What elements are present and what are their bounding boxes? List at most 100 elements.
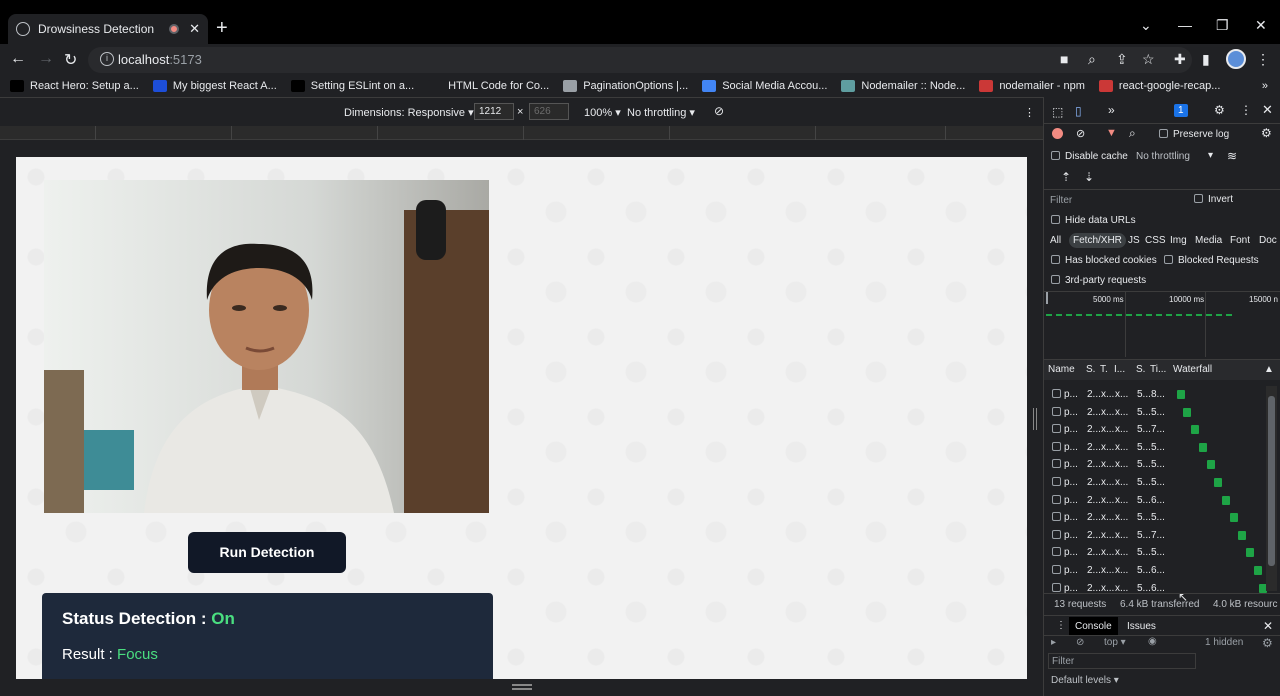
request-row[interactable]: p... 2... x... x... 5... 6... (1044, 492, 1266, 509)
request-row-checkbox[interactable] (1052, 406, 1061, 416)
request-row[interactable]: p... 2... x... x... 5... 7... (1044, 421, 1266, 438)
request-row[interactable]: p... 2... x... x... 5... 5... (1044, 474, 1266, 491)
filter-font[interactable]: Font (1230, 235, 1250, 246)
menu-icon[interactable]: ⋮ (1256, 51, 1270, 68)
request-row[interactable]: p... 2... x... x... 5... 5... (1044, 456, 1266, 473)
request-row-checkbox[interactable] (1052, 529, 1061, 539)
network-settings-icon[interactable]: ⚙ (1261, 126, 1272, 140)
side-panel-icon[interactable]: ▮ (1202, 51, 1210, 68)
network-conditions-icon[interactable]: ≋ (1227, 149, 1237, 163)
requests-scrollbar[interactable] (1266, 386, 1277, 591)
request-row-checkbox[interactable] (1052, 459, 1061, 469)
console-clear-icon[interactable]: ⊘ (1076, 637, 1084, 648)
throttling-dropdown[interactable]: No throttling ▾ (627, 106, 695, 119)
filter-doc[interactable]: Doc (1259, 235, 1277, 246)
device-mode-icon[interactable]: ▯ (1075, 104, 1082, 118)
default-levels-dropdown[interactable]: Default levels ▾ (1051, 675, 1119, 686)
invert-checkbox[interactable]: Invert (1194, 194, 1233, 205)
console-filter-input[interactable]: Filter (1048, 653, 1196, 669)
search-icon[interactable]: ⌕ (1129, 126, 1136, 141)
request-row-checkbox[interactable] (1052, 494, 1061, 504)
new-tab-button[interactable]: + (216, 18, 228, 38)
bookmark-item[interactable]: Setting ESLint on a... (290, 80, 414, 92)
col-size[interactable]: S. (1136, 364, 1145, 375)
settings-icon[interactable]: ⚙ (1214, 103, 1225, 117)
preserve-log-checkbox[interactable]: Preserve log (1159, 129, 1229, 140)
request-row[interactable]: p... 2... x... x... 5... 5... (1044, 509, 1266, 526)
bookmark-item[interactable]: PaginationOptions |... (563, 80, 688, 92)
request-row-checkbox[interactable] (1052, 565, 1061, 574)
device-toolbar-more-icon[interactable]: ⋮ (1024, 106, 1035, 119)
request-row[interactable]: p... 2... x... x... 5... 5... (1044, 544, 1266, 561)
devtools-menu-icon[interactable]: ⋮ (1240, 103, 1252, 117)
console-settings-icon[interactable]: ⚙ (1262, 636, 1273, 650)
viewport-height-input[interactable]: 626 (529, 103, 569, 120)
bookmark-item[interactable]: HTML Code for Co... (428, 80, 549, 92)
third-party-checkbox[interactable]: 3rd-party requests (1051, 275, 1146, 286)
overview-timeline[interactable]: 5000 ms 10000 ms 15000 n (1044, 292, 1280, 357)
run-detection-button[interactable]: Run Detection (188, 532, 346, 573)
console-sidebar-icon[interactable]: ▸ (1051, 637, 1056, 648)
live-expression-icon[interactable]: ◉ (1148, 636, 1157, 647)
zoom-dropdown[interactable]: 100% ▾ (584, 106, 621, 119)
bookmark-item[interactable]: nodemailer - npm (979, 80, 1085, 92)
close-devtools-icon[interactable]: ✕ (1262, 102, 1273, 118)
close-window-button[interactable]: ✕ (1255, 17, 1267, 34)
bookmark-item[interactable]: Nodemailer :: Node... (841, 80, 965, 92)
bookmark-item[interactable]: React Hero: Setup a... (10, 80, 139, 92)
col-status[interactable]: S. (1086, 364, 1095, 375)
bookmarks-overflow-icon[interactable]: » (1262, 80, 1268, 92)
camera-icon[interactable]: ■ (1060, 51, 1068, 67)
share-icon[interactable]: ⇪ (1116, 51, 1128, 68)
col-initiator[interactable]: I... (1114, 364, 1125, 375)
throttling-chevron-icon[interactable]: ▾ (1208, 150, 1213, 161)
filter-fetch-xhr[interactable]: Fetch/XHR (1069, 233, 1126, 248)
rotate-icon[interactable]: ⊘ (714, 104, 724, 118)
filter-css[interactable]: CSS (1145, 235, 1166, 246)
request-row[interactable]: p... 2... x... x... 5... 5... (1044, 404, 1266, 421)
bookmark-star-icon[interactable]: ☆ (1142, 51, 1155, 68)
request-row[interactable]: p... 2... x... x... 5... 6... (1044, 580, 1267, 597)
request-row[interactable]: p... 2... x... x... 5... 5... (1044, 439, 1266, 456)
export-har-icon[interactable]: ⇣ (1084, 170, 1094, 184)
profile-avatar[interactable] (1226, 49, 1246, 69)
tab-close-icon[interactable]: ✕ (189, 21, 200, 37)
request-row-checkbox[interactable] (1052, 477, 1061, 486)
col-time[interactable]: Ti... (1150, 364, 1166, 375)
address-bar[interactable]: i localhost:5173 (88, 47, 1192, 73)
browser-tab[interactable]: Drowsiness Detection ✕ (8, 14, 208, 44)
reload-icon[interactable]: ↻ (64, 50, 77, 70)
request-row-checkbox[interactable] (1052, 512, 1061, 522)
filter-funnel-icon[interactable]: ▼ (1106, 127, 1117, 139)
sort-up-icon[interactable]: ▲ (1264, 364, 1274, 375)
extensions-icon[interactable]: ✚ (1174, 51, 1186, 68)
has-blocked-cookies-checkbox[interactable]: Has blocked cookies (1051, 255, 1157, 266)
bookmark-item[interactable]: react-google-recap... (1098, 80, 1220, 92)
col-type[interactable]: T. (1100, 364, 1108, 375)
import-har-icon[interactable]: ⇡ (1061, 170, 1071, 184)
back-icon[interactable]: ← (10, 50, 26, 68)
issues-badge[interactable]: 1 (1174, 104, 1188, 117)
hide-data-urls-checkbox[interactable]: Hide data URLs (1051, 215, 1136, 226)
clear-icon[interactable]: ⊘ (1076, 127, 1085, 140)
network-filter-input[interactable]: Filter (1050, 195, 1072, 206)
minimize-button[interactable]: — (1178, 17, 1192, 33)
viewport-width-input[interactable]: 1212 (474, 103, 514, 120)
maximize-button[interactable]: ❐ (1216, 17, 1229, 34)
filter-img[interactable]: Img (1170, 235, 1187, 246)
bookmark-item[interactable]: Social Media Accou... (702, 80, 827, 92)
issues-tab[interactable]: Issues (1127, 621, 1156, 632)
col-waterfall[interactable]: Waterfall (1173, 364, 1212, 375)
tab-search-icon[interactable]: ⌄ (1140, 17, 1152, 34)
forward-icon[interactable]: → (38, 50, 54, 68)
bookmark-item[interactable]: My biggest React A... (152, 80, 277, 92)
filter-all[interactable]: All (1050, 235, 1061, 246)
filter-media[interactable]: Media (1195, 235, 1222, 246)
network-throttling-dropdown[interactable]: No throttling (1136, 151, 1190, 162)
dimensions-dropdown[interactable]: Dimensions: Responsive ▾ (344, 106, 474, 119)
request-row-checkbox[interactable] (1052, 424, 1061, 434)
inspect-element-icon[interactable]: ⬚ (1052, 105, 1063, 119)
request-row[interactable]: p... 2... x... x... 5... 7... (1044, 527, 1266, 544)
request-row-checkbox[interactable] (1052, 582, 1061, 592)
close-drawer-icon[interactable]: ✕ (1263, 619, 1273, 633)
